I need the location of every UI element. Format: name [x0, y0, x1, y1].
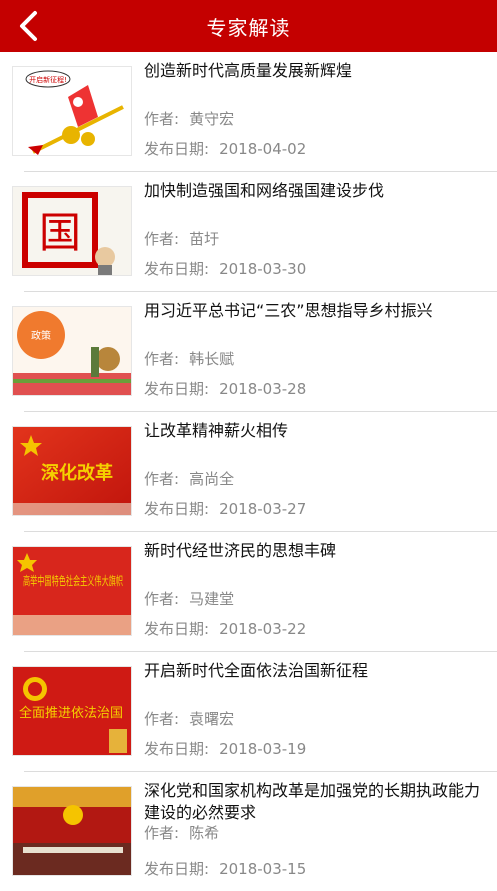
article-author: 作者: 黄守宏 [144, 110, 235, 128]
thumb-caption: 政策 [31, 329, 51, 342]
article-title: 创造新时代高质量发展新辉煌 [144, 61, 353, 80]
article-date: 发布日期: 2018-03-28 [144, 380, 307, 398]
thumb-caption: 国 [39, 208, 81, 257]
article-date: 发布日期: 2018-03-22 [144, 620, 307, 638]
thumb-caption: 高举中国特色社会主义伟大旗帜 [23, 573, 123, 588]
article-thumbnail: 政策 [12, 306, 132, 396]
article-thumbnail: 国 [12, 186, 132, 276]
article-item[interactable]: 深化党和国家机构改革是加强党的长期执政能力建设的必然要求 作者: 陈希 发布日期:… [12, 772, 497, 891]
chevron-left-icon [20, 11, 37, 41]
article-title: 深化党和国家机构改革是加强党的长期执政能力建设的必然要求 [144, 781, 481, 822]
article-item[interactable]: 深化改革 让改革精神薪火相传 作者: 高尚全 发布日期: 2018-03-27 [12, 412, 497, 532]
article-item[interactable]: 国 加快制造强国和网络强国建设步伐 作者: 苗圩 发布日期: 2018-03-30 [12, 172, 497, 292]
article-title: 新时代经世济民的思想丰碑 [144, 541, 337, 560]
article-list: 开启新征程! 创造新时代高质量发展新辉煌 作者: 黄守宏 发布日期: 2018-04… [0, 52, 497, 891]
article-date: 发布日期: 2018-03-15 [144, 860, 307, 878]
article-thumbnail: 全面推进依法治国 [12, 666, 132, 756]
article-author: 作者: 陈希 [144, 824, 220, 842]
article-thumbnail: 开启新征程! [12, 66, 132, 156]
article-thumbnail: 深化改革 [12, 426, 132, 516]
article-item[interactable]: 开启新征程! 创造新时代高质量发展新辉煌 作者: 黄守宏 发布日期: 2018-04… [12, 52, 497, 172]
article-title: 加快制造强国和网络强国建设步伐 [144, 181, 385, 200]
thumb-caption: 深化改革 [41, 462, 113, 484]
article-title: 用习近平总书记“三农”思想指导乡村振兴 [144, 301, 433, 320]
article-date: 发布日期: 2018-04-02 [144, 140, 307, 158]
article-author: 作者: 苗圩 [144, 230, 220, 248]
article-title: 开启新时代全面依法治国新征程 [144, 661, 369, 680]
page-title: 专家解读 [206, 15, 291, 40]
back-button[interactable] [10, 8, 46, 44]
article-item[interactable]: 政策 用习近平总书记“三农”思想指导乡村振兴 作者: 韩长赋 发布日期: 2018-… [12, 292, 497, 412]
thumb-caption: 开启新征程! [29, 75, 67, 84]
article-author: 作者: 马建堂 [144, 590, 235, 608]
article-item[interactable]: 高举中国特色社会主义伟大旗帜 新时代经世济民的思想丰碑 作者:马建堂 发布日期:… [12, 532, 497, 652]
article-date: 发布日期: 2018-03-19 [144, 740, 307, 758]
article-title: 让改革精神薪火相传 [144, 421, 289, 440]
article-item[interactable]: 全面推进依法治国 开启新时代全面依法治国新征程 作者: 袁曙宏 发布日期: 2018… [12, 652, 497, 772]
thumb-caption: 全面推进依法治国 [19, 705, 123, 721]
article-date: 发布日期: 2018-03-27 [144, 500, 307, 518]
article-author: 作者: 高尚全 [144, 470, 235, 488]
article-date: 发布日期: 2018-03-30 [144, 260, 307, 278]
article-author: 作者: 袁曙宏 [144, 710, 235, 728]
top-navigation-bar: 专家解读 [0, 0, 497, 52]
article-author: 作者: 韩长赋 [144, 350, 235, 368]
article-thumbnail [12, 786, 132, 876]
article-thumbnail: 高举中国特色社会主义伟大旗帜 [12, 546, 132, 636]
